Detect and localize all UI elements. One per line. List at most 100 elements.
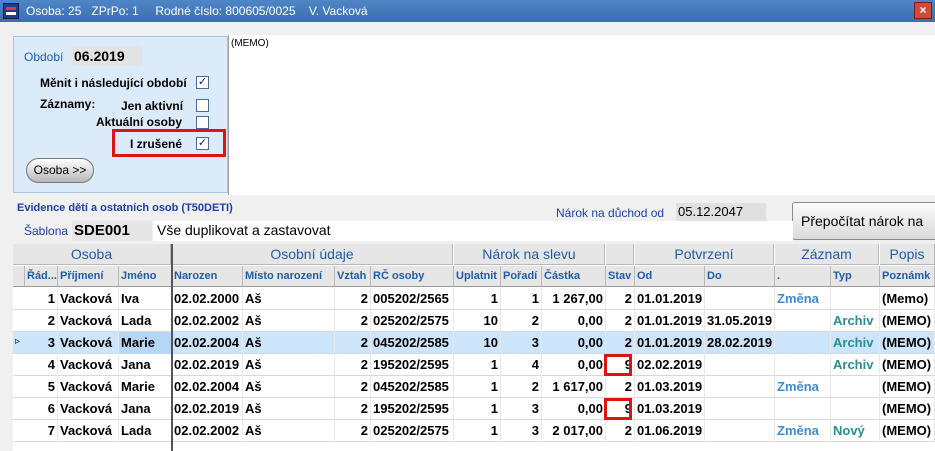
cell-rc[interactable]: 195202/2595 (371, 354, 454, 376)
cell-poradi[interactable]: 1 (501, 288, 542, 310)
cell-stav[interactable]: 2 (606, 288, 635, 310)
cell-uplatnit[interactable]: 10 (454, 310, 501, 332)
cell-uplatnit[interactable]: 1 (454, 376, 501, 398)
col-header-rad[interactable]: Řád... (25, 266, 58, 287)
col-header-uplatnit[interactable]: Uplatnit (454, 266, 501, 287)
cell-castka[interactable]: 0,00 (542, 354, 606, 376)
cell-prijmeni[interactable]: Vacková (58, 332, 119, 354)
cell-misto[interactable]: Aš (243, 288, 335, 310)
cell-typ[interactable]: Archiv (831, 332, 880, 354)
cell-poznamka[interactable]: (MEMO) (880, 310, 935, 332)
col-header-zaznam[interactable]: . (775, 266, 831, 287)
prepocitat-button[interactable]: Přepočítat nárok na (792, 202, 935, 240)
cell-poradi[interactable]: 2 (501, 310, 542, 332)
cell-rc[interactable]: 025202/2575 (371, 310, 454, 332)
col-header-typ[interactable]: Typ (831, 266, 880, 287)
cell-rad[interactable]: 4 (25, 354, 58, 376)
cell-vztah[interactable]: 2 (335, 376, 371, 398)
sablona-code-field[interactable]: SDE001 (72, 221, 152, 241)
cell-jmeno[interactable]: Lada (119, 310, 172, 332)
cell-rc[interactable]: 195202/2595 (371, 398, 454, 420)
close-button[interactable]: × (914, 2, 932, 19)
cell-typ[interactable] (831, 398, 880, 420)
cell-od[interactable]: 01.03.2019 (635, 376, 705, 398)
table-row[interactable]: 5 Vacková Marie 02.02.2004 Aš 2 045202/2585 1 2 1… (13, 376, 935, 398)
col-header-castka[interactable]: Částka (542, 266, 606, 287)
cell-do[interactable] (705, 398, 775, 420)
cell-castka[interactable]: 0,00 (542, 310, 606, 332)
cell-jmeno[interactable]: Jana (119, 354, 172, 376)
col-header-do[interactable]: Do (705, 266, 775, 287)
cell-typ[interactable]: Archiv (831, 354, 880, 376)
cell-castka[interactable]: 0,00 (542, 332, 606, 354)
cell-stav[interactable]: 2 (606, 376, 635, 398)
cell-poznamka[interactable]: (MEMO) (880, 376, 935, 398)
cell-misto[interactable]: Aš (243, 354, 335, 376)
cell-jmeno[interactable]: Lada (119, 420, 172, 442)
cell-poradi[interactable]: 3 (501, 398, 542, 420)
table-row[interactable]: 4 Vacková Jana 02.02.2019 Aš 2 195202/2595 1 4 0,… (13, 354, 935, 376)
col-header-prijmeni[interactable]: Příjmení (58, 266, 119, 287)
cell-do[interactable] (705, 288, 775, 310)
col-header-jmeno[interactable]: Jméno (119, 266, 172, 287)
menit-checkbox[interactable]: ✓ (196, 76, 209, 89)
cell-stav[interactable]: 2 (606, 310, 635, 332)
cell-poznamka[interactable]: (MEMO) (880, 332, 935, 354)
cell-jmeno[interactable]: Marie (119, 376, 172, 398)
cell-typ[interactable] (831, 288, 880, 310)
cell-narozen[interactable]: 02.02.2019 (172, 354, 243, 376)
cell-rad[interactable]: 1 (25, 288, 58, 310)
table-row[interactable]: 6 Vacková Jana 02.02.2019 Aš 2 195202/2595 1 3 0,… (13, 398, 935, 420)
cell-rad[interactable]: 3 (25, 332, 58, 354)
cell-poradi[interactable]: 3 (501, 420, 542, 442)
cell-misto[interactable]: Aš (243, 310, 335, 332)
cell-poradi[interactable]: 2 (501, 376, 542, 398)
narok-field[interactable]: 05.12.2047 (676, 203, 766, 221)
cell-prijmeni[interactable]: Vacková (58, 288, 119, 310)
cell-do[interactable]: 28.02.2019 (705, 332, 775, 354)
cell-jmeno[interactable]: Jana (119, 398, 172, 420)
table-row[interactable]: ▹ 3 Vacková Marie 02.02.2004 Aš 2 045202/2585 10… (13, 332, 935, 354)
col-header-poradi[interactable]: Pořadí (501, 266, 542, 287)
cell-prijmeni[interactable]: Vacková (58, 420, 119, 442)
cell-narozen[interactable]: 02.02.2002 (172, 420, 243, 442)
cell-poradi[interactable]: 4 (501, 354, 542, 376)
jen-aktivni-checkbox[interactable] (196, 99, 209, 112)
col-header-narozen[interactable]: Narozen (172, 266, 243, 287)
cell-uplatnit[interactable]: 1 (454, 288, 501, 310)
cell-uplatnit[interactable]: 10 (454, 332, 501, 354)
col-header-od[interactable]: Od (635, 266, 705, 287)
table-row[interactable]: 1 Vacková Iva 02.02.2000 Aš 2 005202/2565 1 1 1 2… (13, 288, 935, 310)
cell-typ[interactable]: Nový (831, 420, 880, 442)
cell-narozen[interactable]: 02.02.2004 (172, 376, 243, 398)
col-header-rc[interactable]: RČ osoby (371, 266, 454, 287)
i-zrusene-checkbox[interactable]: ✓ (196, 137, 209, 150)
cell-castka[interactable]: 1 267,00 (542, 288, 606, 310)
cell-prijmeni[interactable]: Vacková (58, 376, 119, 398)
cell-misto[interactable]: Aš (243, 332, 335, 354)
cell-zaznam[interactable] (775, 398, 831, 420)
cell-castka[interactable]: 2 017,00 (542, 420, 606, 442)
cell-stav[interactable]: 2 (606, 332, 635, 354)
cell-do[interactable] (705, 376, 775, 398)
cell-vztah[interactable]: 2 (335, 420, 371, 442)
obdobi-field[interactable]: 06.2019 (72, 46, 142, 66)
cell-castka[interactable]: 1 617,00 (542, 376, 606, 398)
cell-narozen[interactable]: 02.02.2002 (172, 310, 243, 332)
cell-misto[interactable]: Aš (243, 398, 335, 420)
col-header-misto[interactable]: Místo narození (243, 266, 335, 287)
col-header-vztah[interactable]: Vztah (335, 266, 371, 287)
cell-od[interactable]: 01.01.2019 (635, 288, 705, 310)
col-header-stav[interactable]: Stav (606, 266, 635, 287)
cell-zaznam[interactable] (775, 354, 831, 376)
cell-zaznam[interactable] (775, 332, 831, 354)
cell-vztah[interactable]: 2 (335, 288, 371, 310)
cell-rc[interactable]: 045202/2585 (371, 332, 454, 354)
cell-od[interactable]: 01.01.2019 (635, 332, 705, 354)
memo-field[interactable]: (MEMO) (228, 35, 935, 195)
cell-jmeno[interactable]: Iva (119, 288, 172, 310)
cell-rad[interactable]: 6 (25, 398, 58, 420)
cell-od[interactable]: 01.01.2019 (635, 310, 705, 332)
table-row[interactable]: 7 Vacková Lada 02.02.2002 Aš 2 025202/2575 1 3 2 … (13, 420, 935, 442)
cell-do[interactable]: 31.05.2019 (705, 310, 775, 332)
